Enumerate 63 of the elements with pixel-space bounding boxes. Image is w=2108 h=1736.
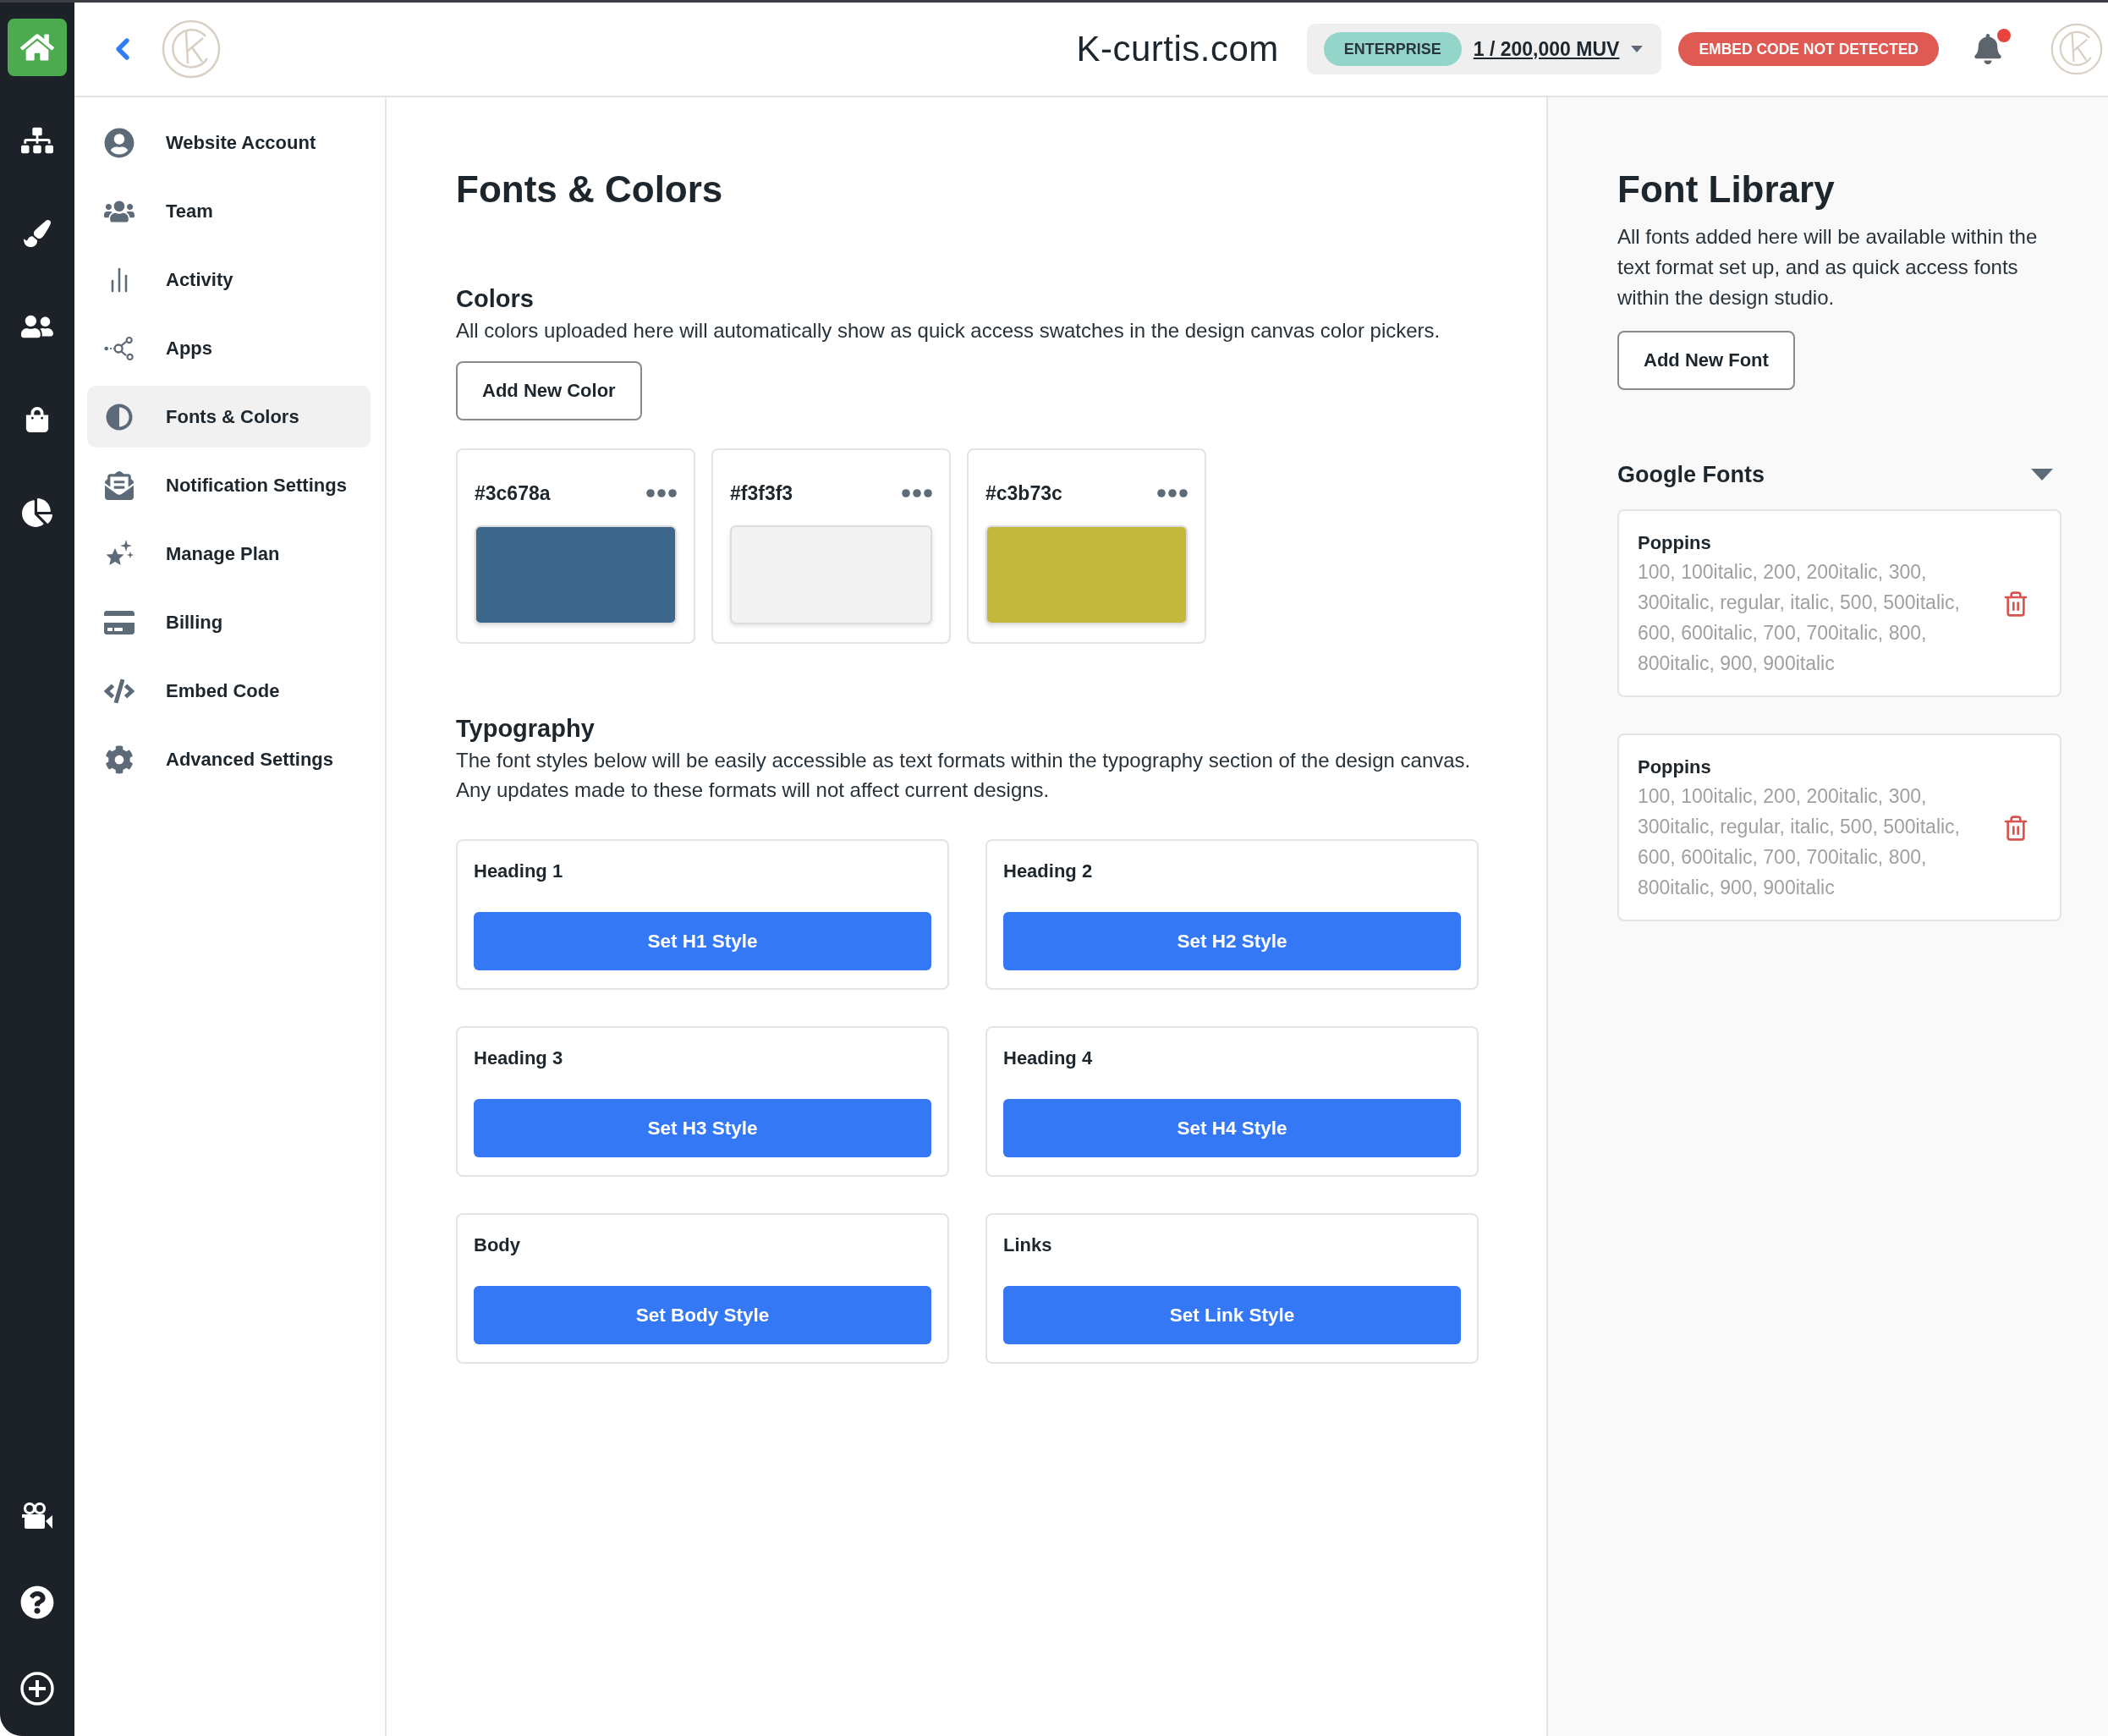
style-name: Heading 3	[474, 1047, 564, 1070]
font-name: Poppins	[1638, 531, 1712, 555]
set-style-button[interactable]: Set H3 Style	[474, 1099, 931, 1157]
trash-icon[interactable]	[2002, 591, 2029, 618]
style-name: Links	[1003, 1233, 1053, 1257]
caret-icon[interactable]	[1631, 46, 1644, 52]
sidebar-item[interactable]: Fonts & Colors	[87, 386, 371, 448]
set-style-button[interactable]: Set H1 Style	[474, 912, 931, 970]
panel-description: All fonts added here will be available within the text format set up, and as quick access fonts within the design studio.	[1617, 224, 2039, 310]
page-title: Fonts & Colors	[456, 168, 724, 212]
set-style-button[interactable]: Set H2 Style	[1003, 912, 1461, 970]
color-code: #f3f3f3	[730, 481, 793, 505]
sidebar-item[interactable]: Apps	[87, 317, 371, 379]
sidebar-item[interactable]: Embed Code	[87, 660, 371, 722]
color-code: #c3b73c	[985, 481, 1062, 505]
style-name: Heading 2	[1003, 860, 1094, 883]
set-style-button[interactable]: Set H4 Style	[1003, 1099, 1461, 1157]
set-style-button[interactable]: Set Body Style	[474, 1286, 931, 1344]
sidebar-item[interactable]: Website Account	[87, 112, 371, 173]
bar-chart-icon	[110, 266, 129, 293]
movie-camera-icon	[22, 1503, 52, 1530]
settings-icon	[105, 744, 134, 774]
sidebar-item[interactable]: Advanced Settings	[87, 728, 371, 790]
sidebar-item[interactable]: Manage Plan	[87, 523, 371, 585]
add-font-button[interactable]: Add New Font	[1617, 331, 1795, 390]
usage-link[interactable]: 1 / 200,000 MUV	[1473, 37, 1620, 61]
embed-status-badge: EMBED CODE NOT DETECTED	[1678, 32, 1939, 66]
font-variants: 100, 100italic, 200, 200italic, 300, 300italic, regular, italic, 500, 500italic, 600, 600italic, 700, 700italic, 800, 800italic, 900, 900italic	[1638, 560, 1961, 676]
section-description: The font styles below will be easily accessible as text formats within the typography section of the design canvas. Any updates made to these formats will not affect current designs.	[456, 748, 1472, 803]
trash-icon[interactable]	[2002, 815, 2029, 842]
add-color-button[interactable]: Add New Color	[456, 361, 642, 420]
more-icon[interactable]	[1157, 489, 1188, 497]
group-title: Google Fonts	[1617, 461, 1765, 488]
style-name: Heading 1	[474, 860, 564, 883]
section-title: Typography	[456, 714, 596, 744]
logo-icon	[162, 19, 221, 79]
caret-icon[interactable]	[2031, 469, 2053, 481]
bell-icon[interactable]	[1973, 34, 2003, 64]
shopping-bag-icon	[25, 407, 50, 432]
section-title: Colors	[456, 284, 535, 314]
site-title: K-curtis.com	[1076, 29, 1279, 69]
set-style-button[interactable]: Set Link Style	[1003, 1286, 1461, 1344]
panel-title: Font Library	[1617, 168, 1836, 212]
plan-badge: ENTERPRISE	[1323, 32, 1462, 66]
style-name: Heading 4	[1003, 1047, 1094, 1070]
pie-chart-icon	[22, 497, 52, 528]
section-description: All colors uploaded here will automatically show as quick access swatches in the design canvas color pickers.	[456, 318, 1441, 343]
envelope-icon	[105, 470, 134, 500]
sidebar-item[interactable]: Notification Settings	[87, 454, 371, 516]
style-name: Body	[474, 1233, 521, 1257]
sidebar-item[interactable]: Team	[87, 180, 371, 242]
network-icon	[104, 334, 134, 362]
font-name: Poppins	[1638, 755, 1712, 779]
more-icon[interactable]	[646, 489, 677, 497]
more-icon[interactable]	[902, 489, 932, 497]
add-icon	[20, 1672, 54, 1706]
paintbrush-icon	[24, 220, 51, 247]
color-code: #3c678a	[475, 481, 551, 505]
sidebar-item[interactable]: Billing	[87, 591, 371, 653]
contrast-icon	[106, 403, 133, 431]
font-variants: 100, 100italic, 200, 200italic, 300, 300italic, regular, italic, 500, 500italic, 600, 600italic, 700, 700italic, 800, 800italic, 900, 900italic	[1638, 784, 1961, 900]
sidebar-item[interactable]: Activity	[87, 249, 371, 310]
help-icon	[20, 1585, 54, 1619]
